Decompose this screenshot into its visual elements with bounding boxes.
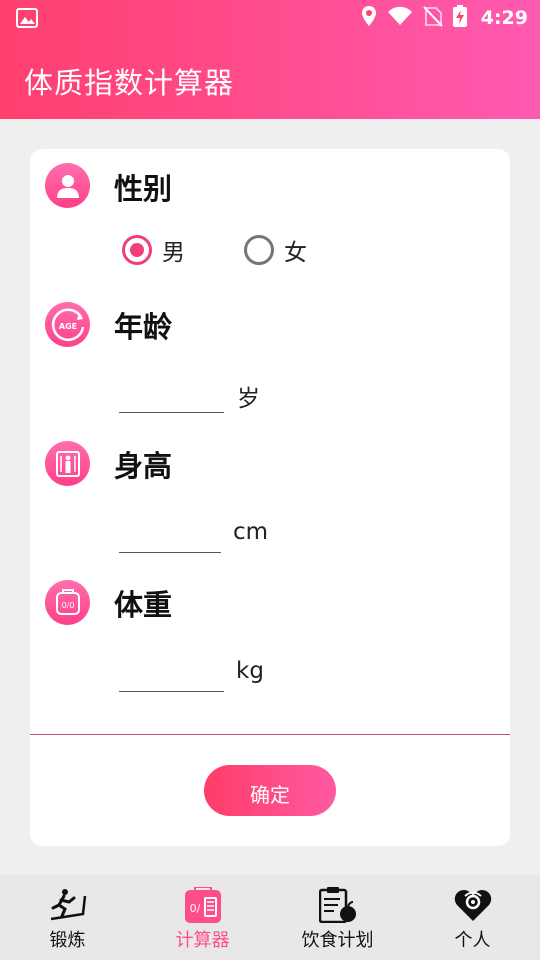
wifi-icon [387,6,413,30]
nav-meal-plan[interactable]: 饮食计划 [270,874,405,960]
person-icon [45,163,90,208]
nav-meal-plan-label: 饮食计划 [301,930,374,951]
gender-female-radio[interactable]: 女 [244,233,307,267]
age-title: 年龄 [114,310,173,344]
weight-input[interactable] [119,658,224,692]
calculator-icon: 0/ [183,886,223,924]
treadmill-icon [48,886,88,924]
radio-circle[interactable] [122,235,152,265]
profile-heart-icon [453,886,493,924]
divider [30,734,510,735]
svg-text:0/0: 0/0 [61,601,74,610]
weight-scale-icon: 0/0 [45,580,90,625]
battery-charging-icon [452,5,467,31]
page-title: 体质指数计算器 [24,66,235,100]
no-sim-icon [423,5,443,31]
nav-profile[interactable]: 个人 [405,874,540,960]
confirm-button[interactable]: 确定 [204,765,336,816]
height-input[interactable] [119,519,221,553]
app-header: 4:29 体质指数计算器 [0,0,540,119]
age-input[interactable] [119,379,224,413]
gallery-notification-icon [16,8,38,28]
gender-male-label: 男 [162,240,185,266]
status-bar: 4:29 [0,0,540,36]
gender-female-label: 女 [284,240,307,266]
clock: 4:29 [480,7,528,29]
age-unit: 岁 [237,386,260,412]
nav-exercise[interactable]: 锻炼 [0,874,135,960]
bottom-nav: 锻炼 0/ 计算器 饮食计划 个人 [0,874,540,960]
bmi-form-card: 性别 男 女 AGE 年龄 岁 身高 cm 0/0 体重 kg 确定 [30,149,510,846]
nav-profile-label: 个人 [454,930,491,951]
height-title: 身高 [114,449,173,483]
radio-circle[interactable] [244,235,274,265]
nav-exercise-label: 锻炼 [49,930,86,951]
weight-unit: kg [236,658,264,684]
height-unit: cm [233,519,269,545]
gender-male-radio[interactable]: 男 [122,233,185,267]
nav-calculator[interactable]: 0/ 计算器 [135,874,270,960]
nav-calculator-label: 计算器 [175,930,230,951]
age-icon-text: AGE [58,322,76,331]
location-icon [361,5,377,31]
age-icon: AGE [45,302,90,347]
meal-plan-icon [318,886,358,924]
gender-title: 性别 [114,172,173,206]
height-icon [45,441,90,486]
svg-text:0/: 0/ [189,902,200,915]
weight-title: 体重 [114,588,173,622]
